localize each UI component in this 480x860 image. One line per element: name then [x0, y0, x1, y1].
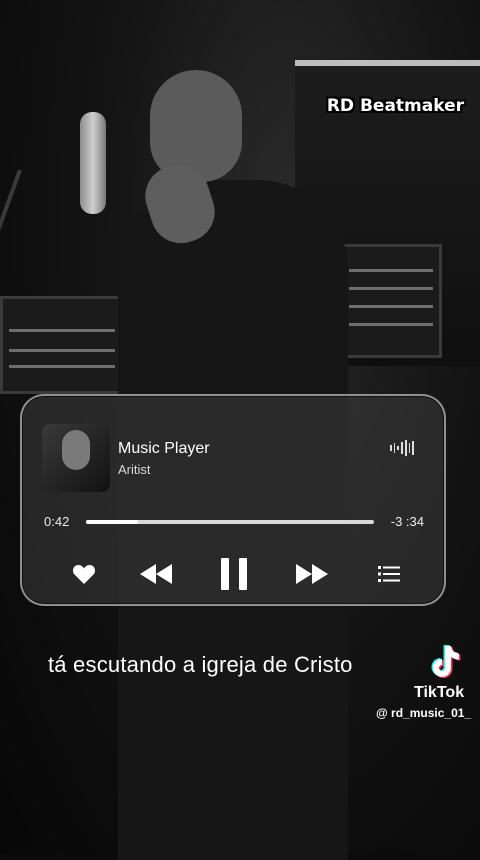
video-caption: tá escutando a igreja de Cristo [48, 652, 353, 677]
like-button[interactable] [66, 556, 102, 592]
tiktok-logo-icon [428, 644, 462, 680]
waveform-icon [390, 439, 415, 457]
pause-button[interactable] [214, 556, 254, 592]
right-monitor [340, 244, 442, 358]
elapsed-time: 0:42 [44, 514, 70, 529]
heart-icon [72, 565, 96, 584]
pause-icon [221, 558, 247, 590]
music-player-card: Music Player Aritist 0:42 -3 :34 [20, 394, 446, 606]
album-cover[interactable] [42, 424, 110, 492]
progress-fill [86, 520, 138, 524]
previous-button[interactable] [134, 556, 178, 592]
track-title: Music Player [118, 440, 210, 457]
person-head [150, 70, 242, 182]
progress-bar[interactable] [86, 520, 374, 524]
tiktok-brand: TikTok [414, 684, 465, 701]
tiktok-handle: @ rd_music_01_ [376, 706, 472, 720]
rd-beatmaker-watermark: RD Beatmaker [326, 96, 464, 116]
rewind-icon [140, 564, 172, 584]
microphone [80, 112, 106, 214]
remaining-time: -3 :34 [390, 514, 424, 529]
next-button[interactable] [290, 556, 334, 592]
fast-forward-icon [296, 564, 328, 584]
playlist-button[interactable] [372, 556, 406, 592]
artist-name: Aritist [118, 462, 151, 477]
playback-controls [22, 556, 444, 592]
left-monitor [0, 296, 124, 394]
playlist-icon [378, 566, 400, 582]
